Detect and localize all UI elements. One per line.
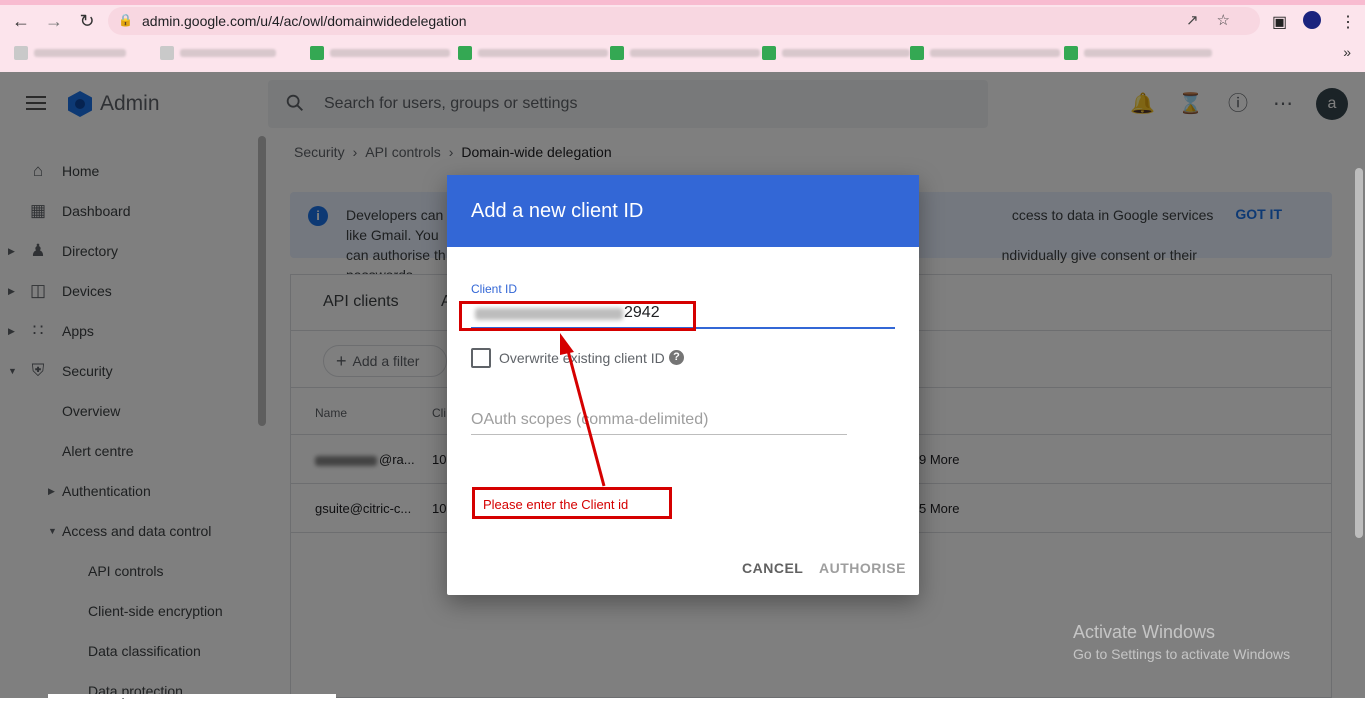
activate-windows-title: Activate Windows bbox=[1073, 622, 1216, 642]
overwrite-label[interactable]: Overwrite existing client ID bbox=[499, 350, 665, 366]
taskbar-edge bbox=[48, 694, 336, 698]
bookmark-item[interactable] bbox=[310, 46, 450, 60]
bookmarks-overflow-icon[interactable]: » bbox=[1343, 44, 1351, 60]
cancel-button[interactable]: CANCEL bbox=[742, 560, 803, 576]
menu-kebab-icon[interactable]: ⋮ bbox=[1340, 12, 1356, 32]
dialog-header: Add a new client ID bbox=[447, 175, 919, 247]
toolbar: ← → ↻ 🔒 admin.google.com/u/4/ac/owl/doma… bbox=[0, 6, 1365, 36]
bookmark-item[interactable] bbox=[458, 46, 608, 60]
lock-icon: 🔒 bbox=[118, 13, 133, 27]
address-bar[interactable]: 🔒 admin.google.com/u/4/ac/owl/domainwide… bbox=[108, 7, 1260, 35]
share-star-icons[interactable]: ↗☆ bbox=[1186, 11, 1248, 29]
bookmark-item[interactable] bbox=[762, 46, 910, 60]
sidepanel-icon[interactable]: ▣ bbox=[1272, 12, 1287, 32]
reload-icon[interactable]: ↻ bbox=[76, 10, 98, 32]
bookmark-item[interactable] bbox=[1064, 46, 1212, 60]
help-circle-icon[interactable]: ? bbox=[669, 350, 684, 365]
highlight-box bbox=[459, 301, 696, 331]
url-text[interactable]: admin.google.com/u/4/ac/owl/domainwidede… bbox=[142, 13, 467, 29]
annotation-note-text: Please enter the Client id bbox=[483, 497, 629, 512]
bookmark-item[interactable] bbox=[160, 46, 276, 60]
bookmark-item[interactable] bbox=[610, 46, 760, 60]
oauth-scopes-input[interactable]: OAuth scopes (comma-delimited) bbox=[471, 411, 847, 435]
tab-strip bbox=[0, 0, 1365, 5]
overwrite-checkbox[interactable] bbox=[471, 348, 491, 368]
activate-windows-subtitle: Go to Settings to activate Windows bbox=[1073, 646, 1291, 662]
back-icon[interactable]: ← bbox=[10, 10, 32, 32]
browser-chrome: ← → ↻ 🔒 admin.google.com/u/4/ac/owl/doma… bbox=[0, 0, 1365, 72]
dialog-title: Add a new client ID bbox=[471, 200, 644, 222]
authorise-button[interactable]: AUTHORISE bbox=[819, 560, 906, 576]
bookmarks-bar: » bbox=[0, 38, 1365, 68]
bookmark-item[interactable] bbox=[14, 46, 126, 60]
page-scrollbar[interactable] bbox=[1355, 168, 1363, 538]
client-id-label: Client ID bbox=[471, 282, 518, 296]
forward-icon[interactable]: → bbox=[43, 10, 65, 32]
annotation-note: Please enter the Client id bbox=[472, 487, 672, 519]
bookmark-item[interactable] bbox=[910, 46, 1060, 60]
profile-icon[interactable] bbox=[1303, 11, 1321, 29]
add-client-id-dialog: Add a new client ID Client ID 2942 Overw… bbox=[447, 175, 919, 595]
